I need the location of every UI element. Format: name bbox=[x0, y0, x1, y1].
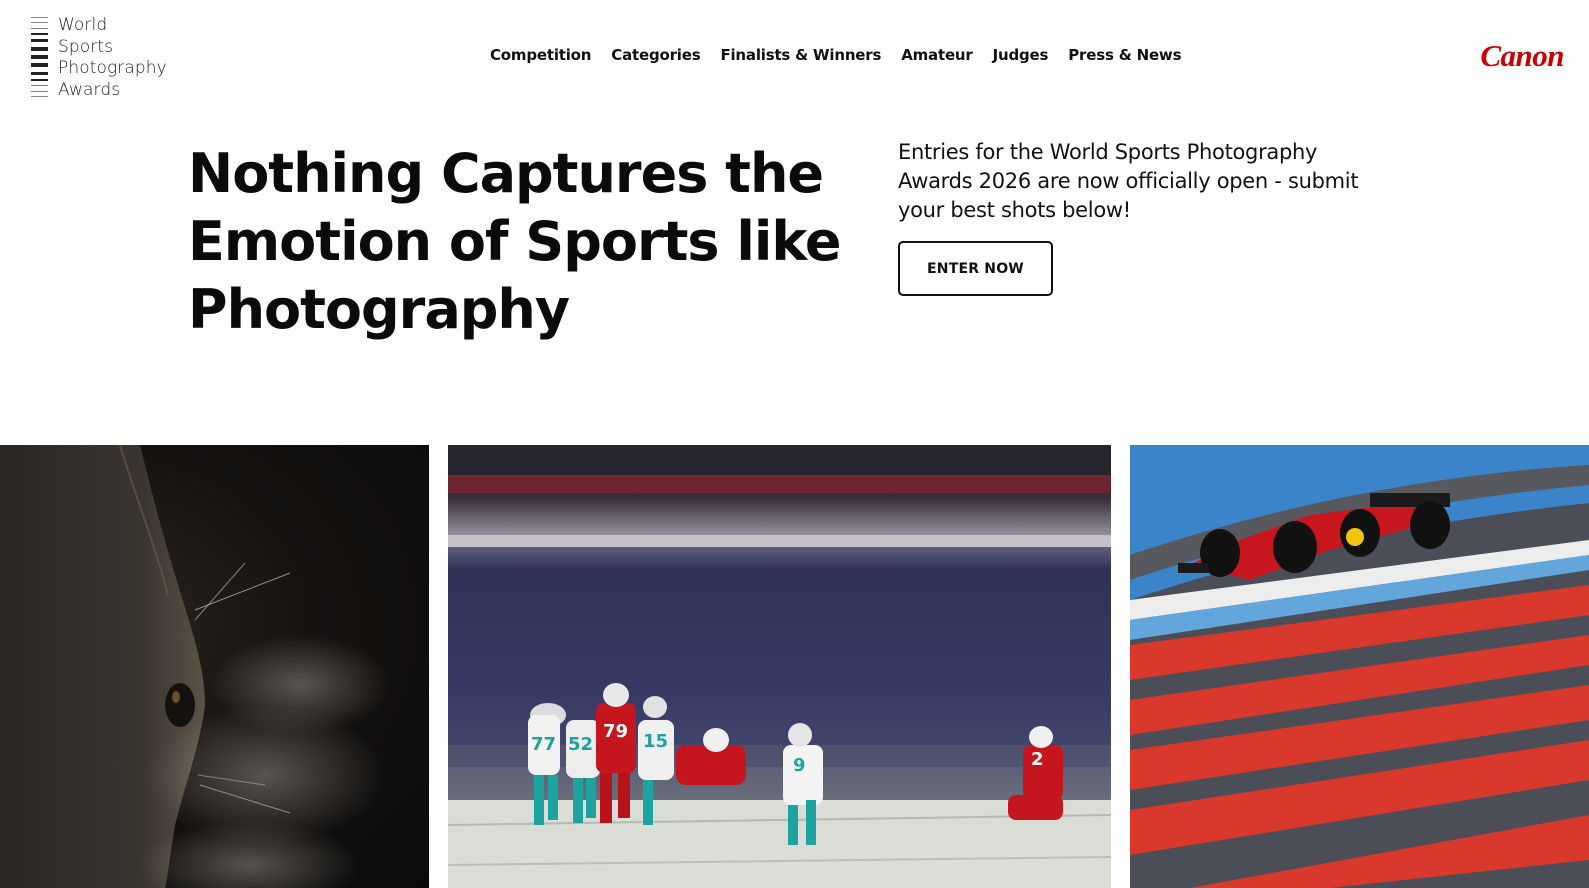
horse-illustration bbox=[0, 445, 390, 888]
nav-item-categories[interactable]: Categories bbox=[611, 46, 700, 64]
jersey-number: 9 bbox=[793, 755, 806, 776]
logo-line: World bbox=[58, 15, 108, 35]
f1-illustration bbox=[1130, 445, 1589, 888]
nav-item-amateur[interactable]: Amateur bbox=[901, 46, 973, 64]
main-nav: Competition Categories Finalists & Winne… bbox=[490, 46, 1182, 64]
canon-sponsor-logo[interactable]: Canon bbox=[1480, 38, 1564, 74]
nav-item-competition[interactable]: Competition bbox=[490, 46, 591, 64]
jersey-number: 77 bbox=[531, 734, 556, 755]
hero-subtitle-line: Awards 2026 are now officially open - su… bbox=[898, 169, 1359, 193]
logo-mark-icon bbox=[31, 17, 49, 97]
logo-line: Photography bbox=[58, 58, 167, 78]
jersey-number: 52 bbox=[568, 734, 593, 755]
jersey-number: 79 bbox=[603, 721, 628, 742]
american-football-snow-photo[interactable]: 77 52 15 9 79 2 bbox=[448, 445, 1111, 888]
nav-item-finalists-winners[interactable]: Finalists & Winners bbox=[720, 46, 881, 64]
nav-item-press-news[interactable]: Press & News bbox=[1068, 46, 1181, 64]
football-illustration: 77 52 15 9 79 2 bbox=[448, 445, 1111, 888]
hero-subtitle-line: Entries for the World Sports Photography bbox=[898, 140, 1318, 164]
hero-title-line: Nothing Captures the bbox=[188, 142, 824, 205]
hero-title-line: Emotion of Sports like bbox=[188, 210, 841, 273]
jersey-number: 2 bbox=[1031, 749, 1044, 770]
logo-wordmark: World Sports Photography Awards bbox=[58, 15, 167, 101]
hero-title-line: Photography bbox=[188, 278, 570, 341]
site-logo[interactable]: World Sports Photography Awards bbox=[31, 15, 167, 101]
jersey-number: 15 bbox=[643, 731, 668, 752]
formula-one-car-photo[interactable] bbox=[1130, 445, 1589, 888]
logo-line: Awards bbox=[58, 79, 121, 100]
enter-now-button[interactable]: ENTER NOW bbox=[898, 241, 1053, 296]
hero-subtitle: Entries for the World Sports Photography… bbox=[898, 138, 1408, 225]
hero-subtitle-line: your best shots below! bbox=[898, 198, 1131, 222]
logo-line: Sports bbox=[58, 36, 114, 57]
hero-title: Nothing Captures the Emotion of Sports l… bbox=[188, 140, 841, 344]
photo-gallery: 77 52 15 9 79 2 bbox=[0, 445, 1589, 888]
site-header: World Sports Photography Awards Competit… bbox=[0, 0, 1589, 112]
nav-item-judges[interactable]: Judges bbox=[993, 46, 1049, 64]
horse-closeup-photo[interactable] bbox=[0, 445, 429, 888]
